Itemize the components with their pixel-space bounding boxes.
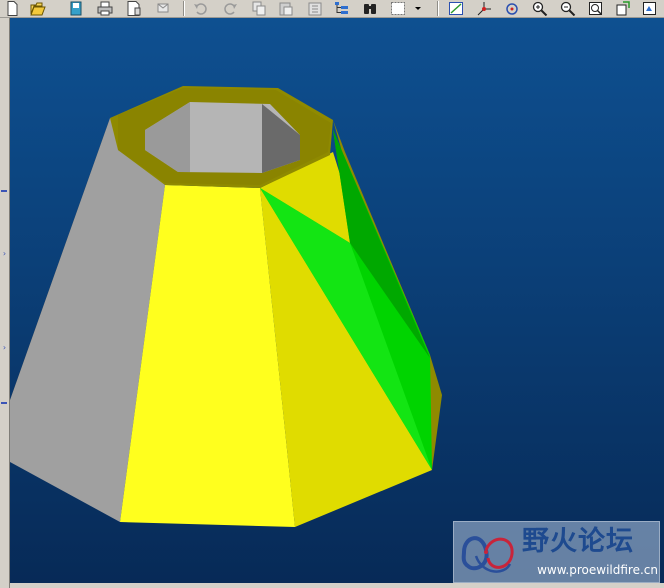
strip-marker — [1, 402, 7, 404]
bottom-frame-strip — [10, 583, 664, 588]
reorient-icon[interactable] — [613, 0, 633, 17]
print-icon[interactable] — [95, 0, 115, 17]
main-toolbar — [0, 0, 664, 18]
zoom-fit-icon[interactable] — [586, 0, 606, 17]
watermark-url: www.proewildfire.cn — [537, 563, 658, 577]
undo-icon[interactable] — [191, 0, 211, 17]
save-icon[interactable] — [66, 0, 86, 17]
dropdown-arrow-icon[interactable] — [411, 0, 425, 17]
open-folder-icon[interactable] — [28, 0, 48, 17]
copy-icon[interactable] — [249, 0, 269, 17]
paste-special-icon[interactable] — [305, 0, 325, 17]
paste-icon[interactable] — [276, 0, 296, 17]
zoom-out-icon[interactable] — [558, 0, 578, 17]
butterfly-logo-icon — [461, 536, 514, 573]
find-binoculars-icon[interactable] — [360, 0, 380, 17]
forum-watermark: 野火论坛 www.proewildfire.cn — [453, 521, 660, 583]
graphics-window[interactable] — [10, 18, 664, 583]
redo-icon[interactable] — [220, 0, 240, 17]
spin-center-icon[interactable] — [474, 0, 494, 17]
watermark-title: 野火论坛 — [522, 526, 634, 557]
send-mail-icon[interactable] — [153, 0, 173, 17]
octagonal-frustum-model[interactable] — [10, 18, 664, 583]
strip-arrow-icon[interactable]: › — [1, 250, 8, 258]
strip-marker — [1, 190, 7, 192]
orient-mode-icon[interactable] — [502, 0, 522, 17]
selection-box-icon[interactable] — [388, 0, 408, 17]
print-preview-icon[interactable] — [124, 0, 144, 17]
new-file-icon[interactable] — [2, 0, 22, 17]
saved-views-icon[interactable] — [640, 0, 660, 17]
zoom-in-icon[interactable] — [530, 0, 550, 17]
repaint-icon[interactable] — [446, 0, 466, 17]
left-frame-strip: › › — [0, 18, 10, 588]
strip-arrow-icon[interactable]: › — [1, 344, 8, 352]
model-tree-icon[interactable] — [332, 0, 352, 17]
